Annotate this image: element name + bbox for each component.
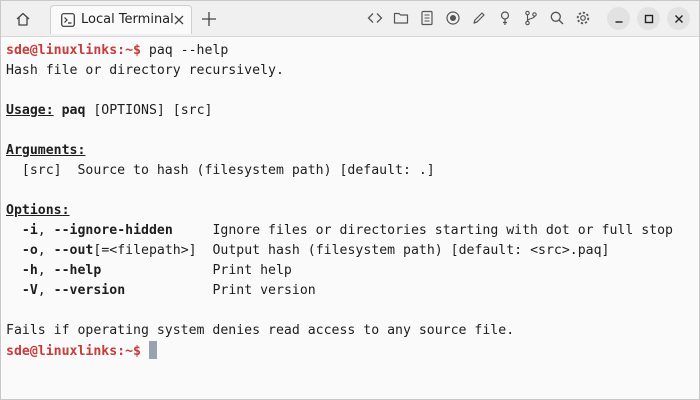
pin-icon[interactable] <box>497 10 513 26</box>
option-pad <box>101 263 212 278</box>
prompt: sde@linuxlinks:~$ <box>6 43 141 58</box>
close-window-button[interactable] <box>667 7 690 30</box>
option-desc: Output hash (filesystem path) [default: … <box>212 243 610 258</box>
minimize-icon <box>615 20 622 23</box>
home-icon <box>16 12 30 26</box>
prompt: sde@linuxlinks:~$ <box>6 344 141 359</box>
option-line: -V, --version Print version <box>21 283 316 298</box>
search-icon[interactable] <box>549 10 565 26</box>
option-desc: Ignore files or directories starting wit… <box>212 223 673 238</box>
title-bar: Local Terminal <box>1 1 699 37</box>
text-cursor <box>148 341 157 359</box>
option-pad <box>173 223 213 238</box>
option-long: --out <box>53 243 94 258</box>
active-prompt-line[interactable]: sde@linuxlinks:~$ <box>6 341 157 361</box>
command-text: paq --help <box>140 43 229 58</box>
usage-label: Usage: <box>6 103 54 118</box>
usage-args: [OPTIONS] [src] <box>85 103 213 118</box>
usage-line: Usage: paq [OPTIONS] [src] <box>6 101 212 121</box>
option-short: -h <box>21 263 38 278</box>
option-long: --version <box>53 283 126 298</box>
folder-icon[interactable] <box>393 10 409 26</box>
footer-line: Fails if operating system denies read ac… <box>6 323 515 338</box>
maximize-icon <box>644 14 653 23</box>
option-short: -i <box>21 223 38 238</box>
description-line: Hash file or directory recursively. <box>6 63 284 78</box>
option-extra: [=<filepath>] <box>93 243 197 258</box>
plus-icon[interactable] <box>200 10 218 28</box>
terminal-output[interactable]: sde@linuxlinks:~$ paq --help Hash file o… <box>1 37 699 399</box>
option-desc: Print version <box>212 283 316 298</box>
gear-icon[interactable] <box>575 10 591 26</box>
option-desc: Print help <box>212 263 292 278</box>
tab-label: Local Terminal <box>81 12 174 27</box>
arguments-heading: Arguments: <box>6 143 86 158</box>
option-long: --help <box>53 263 102 278</box>
command-line: sde@linuxlinks:~$ paq --help <box>6 41 228 61</box>
branch-icon[interactable] <box>523 10 539 26</box>
close-window-icon <box>674 14 683 23</box>
terminal-icon <box>61 13 75 27</box>
terminal-window: Local Terminal sde@linuxlinks:~$ paq --h… <box>0 0 700 400</box>
record-icon[interactable] <box>445 10 461 26</box>
usage-command: paq <box>61 103 86 118</box>
minimize-button[interactable] <box>607 7 630 30</box>
option-pad <box>125 283 212 298</box>
code-icon[interactable] <box>367 10 383 26</box>
maximize-button[interactable] <box>637 7 660 30</box>
close-icon[interactable] <box>172 13 186 27</box>
document-icon[interactable] <box>419 10 435 26</box>
option-pad <box>197 243 213 258</box>
pen-icon[interactable] <box>471 10 487 26</box>
options-heading: Options: <box>6 203 70 218</box>
option-line: -o, --out[=<filepath>] Output hash (file… <box>21 243 610 258</box>
home-button[interactable] <box>13 9 33 29</box>
option-long: --ignore-hidden <box>53 223 173 238</box>
option-line: -i, --ignore-hidden Ignore files or dire… <box>21 223 673 238</box>
option-line: -h, --help Print help <box>21 263 292 278</box>
option-short: -V <box>21 283 38 298</box>
option-short: -o <box>21 243 38 258</box>
tab-local-terminal[interactable]: Local Terminal <box>50 5 192 34</box>
argument-line: [src] Source to hash (filesystem path) [… <box>6 163 435 178</box>
